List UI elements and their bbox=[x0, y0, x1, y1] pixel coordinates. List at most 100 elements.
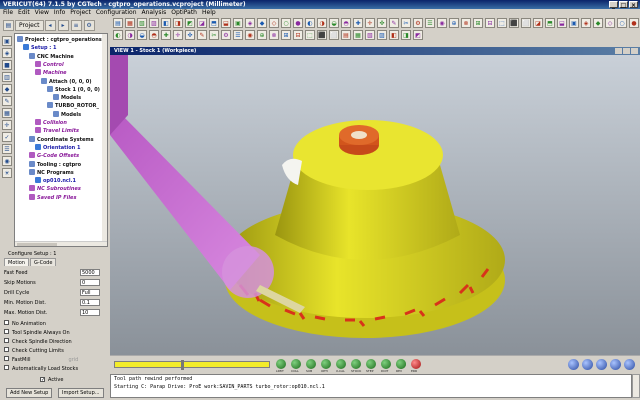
toolbar-tool-icon[interactable]: ⚙ bbox=[221, 30, 231, 40]
play-to-end-icon[interactable] bbox=[610, 359, 621, 370]
toolbar-tool-icon[interactable]: ▦ bbox=[125, 18, 135, 28]
coordinate-icon[interactable]: ✛ bbox=[2, 120, 12, 130]
toolbar-tool-icon[interactable]: ▧ bbox=[365, 30, 375, 40]
no-animation-checkbox[interactable]: No Animation bbox=[4, 320, 46, 328]
active-checkbox[interactable]: ✓ Active bbox=[40, 376, 63, 384]
program-icon[interactable]: ▦ bbox=[2, 108, 12, 118]
animation-control-button[interactable] bbox=[276, 359, 286, 369]
machine-icon[interactable]: ◈ bbox=[2, 48, 12, 58]
toolbar-tool-icon[interactable]: ◇ bbox=[605, 18, 615, 28]
stock-icon[interactable]: ■ bbox=[2, 60, 12, 70]
toolbar-tool-icon[interactable]: ▧ bbox=[137, 18, 147, 28]
tool-icon[interactable]: ✎ bbox=[2, 96, 12, 106]
toolbar-tool-icon[interactable]: ⬓ bbox=[557, 18, 567, 28]
tree-node[interactable]: Tooling : cgtpro bbox=[29, 160, 81, 168]
toolbar-tool-icon[interactable]: ◪ bbox=[533, 18, 543, 28]
toolbar-tool-icon[interactable]: ◩ bbox=[185, 18, 195, 28]
tree-node[interactable]: Control bbox=[35, 60, 64, 68]
toolbar-tool-icon[interactable]: ◇ bbox=[269, 18, 279, 28]
animation-control-button[interactable] bbox=[336, 359, 346, 369]
toolbar-tool-icon[interactable]: ◧ bbox=[161, 18, 171, 28]
toolbar-tool-icon[interactable]: ◓ bbox=[149, 30, 159, 40]
toolbar-tool-icon[interactable]: ◒ bbox=[329, 18, 339, 28]
menu-help[interactable]: Help bbox=[202, 9, 216, 17]
design-icon[interactable]: ◆ bbox=[2, 84, 12, 94]
animation-control-button[interactable] bbox=[291, 359, 301, 369]
toolbar-tool-icon[interactable]: ⊟ bbox=[293, 30, 303, 40]
tree-node[interactable]: NC Subroutines bbox=[29, 185, 81, 192]
toolbar-tool-icon[interactable]: ○ bbox=[281, 18, 291, 28]
load-stocks-checkbox[interactable]: Automatically Load Stocks bbox=[4, 365, 78, 373]
check-icon[interactable]: ✓ bbox=[2, 132, 12, 142]
min-motion-input[interactable]: 0.1 bbox=[80, 299, 100, 306]
light-icon[interactable]: ☀ bbox=[2, 168, 12, 178]
tool-spindle-checkbox[interactable]: Tool Spindle Always On bbox=[4, 329, 70, 337]
camera-icon[interactable]: ◉ bbox=[2, 156, 12, 166]
toolbar-tool-icon[interactable]: ✎ bbox=[197, 30, 207, 40]
toolbar-tool-icon[interactable]: ◈ bbox=[581, 18, 591, 28]
tree-node[interactable]: Orientation 1 bbox=[35, 143, 80, 151]
tree-node[interactable]: CNC Machine bbox=[29, 52, 74, 60]
toolbar-tool-icon[interactable]: ✜ bbox=[377, 18, 387, 28]
tree-node[interactable]: Models bbox=[53, 110, 81, 118]
animation-control-button[interactable] bbox=[366, 359, 376, 369]
toolbar-tool-icon[interactable]: ◓ bbox=[341, 18, 351, 28]
report-icon[interactable]: ☰ bbox=[2, 144, 12, 154]
workpiece-3d-scene[interactable] bbox=[110, 55, 640, 355]
toolbar-tool-icon[interactable]: ◨ bbox=[173, 18, 183, 28]
stop-button[interactable] bbox=[396, 359, 406, 369]
toolbar-tool-icon[interactable]: ◨ bbox=[401, 30, 411, 40]
reset-model-icon[interactable] bbox=[568, 359, 579, 370]
toolbar-tool-icon[interactable]: ● bbox=[629, 18, 639, 28]
tree-node[interactable]: Travel Limits bbox=[35, 127, 79, 134]
toolbar-tool-icon[interactable]: ◈ bbox=[245, 18, 255, 28]
view-window[interactable]: VIEW 1 - Stock 1 (Workpiece) bbox=[110, 47, 640, 355]
toolbar-tool-icon[interactable]: ◪ bbox=[197, 18, 207, 28]
import-setup-button[interactable]: Import Setup... bbox=[58, 388, 104, 398]
toolbar-tool-icon[interactable]: ⬜ bbox=[521, 18, 531, 28]
animation-speed-slider[interactable] bbox=[114, 360, 270, 370]
toolbar-tool-icon[interactable]: ◐ bbox=[113, 30, 123, 40]
skip-motions-input[interactable]: 0 bbox=[80, 279, 100, 286]
tree-node[interactable]: op010.ncl.1 bbox=[35, 177, 76, 184]
tree-settings-icon[interactable]: ⚙ bbox=[83, 19, 95, 31]
animation-control-button[interactable] bbox=[321, 359, 331, 369]
animation-control-button[interactable] bbox=[351, 359, 361, 369]
tree-node[interactable]: Collision bbox=[35, 119, 67, 126]
toolbar-tool-icon[interactable]: ○ bbox=[617, 18, 627, 28]
view-maximize-button[interactable] bbox=[623, 48, 630, 54]
toolbar-tool-icon[interactable]: ⊗ bbox=[461, 18, 471, 28]
toolbar-tool-icon[interactable]: ● bbox=[293, 18, 303, 28]
toolbar-tool-icon[interactable]: ✚ bbox=[353, 18, 363, 28]
spindle-direction-checkbox[interactable]: Check Spindle Direction bbox=[4, 338, 72, 346]
toolbar-tool-icon[interactable]: ⊕ bbox=[257, 30, 267, 40]
toolbar-tool-icon[interactable]: ▦ bbox=[353, 30, 363, 40]
toolbar-tool-icon[interactable]: ⬚ bbox=[305, 30, 315, 40]
toolbar-tool-icon[interactable]: ✎ bbox=[389, 18, 399, 28]
toolbar-tool-icon[interactable]: ✂ bbox=[401, 18, 411, 28]
tree-node[interactable]: Setup : 1 bbox=[23, 44, 56, 51]
toolbar-tool-icon[interactable]: ◩ bbox=[413, 30, 423, 40]
fastmill-checkbox[interactable]: FastMill grid bbox=[4, 356, 78, 364]
tree-node[interactable]: Stock 1 (0, 0, 0) bbox=[47, 85, 100, 93]
toolbar-tool-icon[interactable]: ◉ bbox=[437, 18, 447, 28]
animation-control-button[interactable] bbox=[306, 359, 316, 369]
toolbar-tool-icon[interactable]: ◐ bbox=[305, 18, 315, 28]
toolbar-tool-icon[interactable]: ⬛ bbox=[509, 18, 519, 28]
toolbar-tool-icon[interactable]: ⬛ bbox=[317, 30, 327, 40]
view-close-button[interactable] bbox=[631, 48, 638, 54]
tree-node[interactable]: Saved IP Files bbox=[29, 193, 76, 201]
tree-node[interactable]: Attach (0, 0, 0) bbox=[41, 77, 92, 85]
tree-node[interactable]: NC Programs bbox=[29, 168, 74, 176]
project-button[interactable]: Project bbox=[15, 19, 44, 31]
view-minimize-button[interactable] bbox=[615, 48, 622, 54]
toolbar-tool-icon[interactable]: ▣ bbox=[569, 18, 579, 28]
toolbar-tool-icon[interactable]: ⬓ bbox=[221, 18, 231, 28]
cutting-limits-checkbox[interactable]: Check Cutting Limits bbox=[4, 347, 64, 355]
toolbar-tool-icon[interactable]: ⊟ bbox=[485, 18, 495, 28]
toolbar-tool-icon[interactable]: ⊞ bbox=[473, 18, 483, 28]
toolbar-tool-icon[interactable]: ▣ bbox=[233, 18, 243, 28]
add-new-setup-button[interactable]: Add New Setup bbox=[6, 388, 53, 398]
project-tree-icon[interactable]: ▤ bbox=[3, 19, 14, 31]
tree-vertical-scrollbar[interactable] bbox=[102, 34, 107, 246]
